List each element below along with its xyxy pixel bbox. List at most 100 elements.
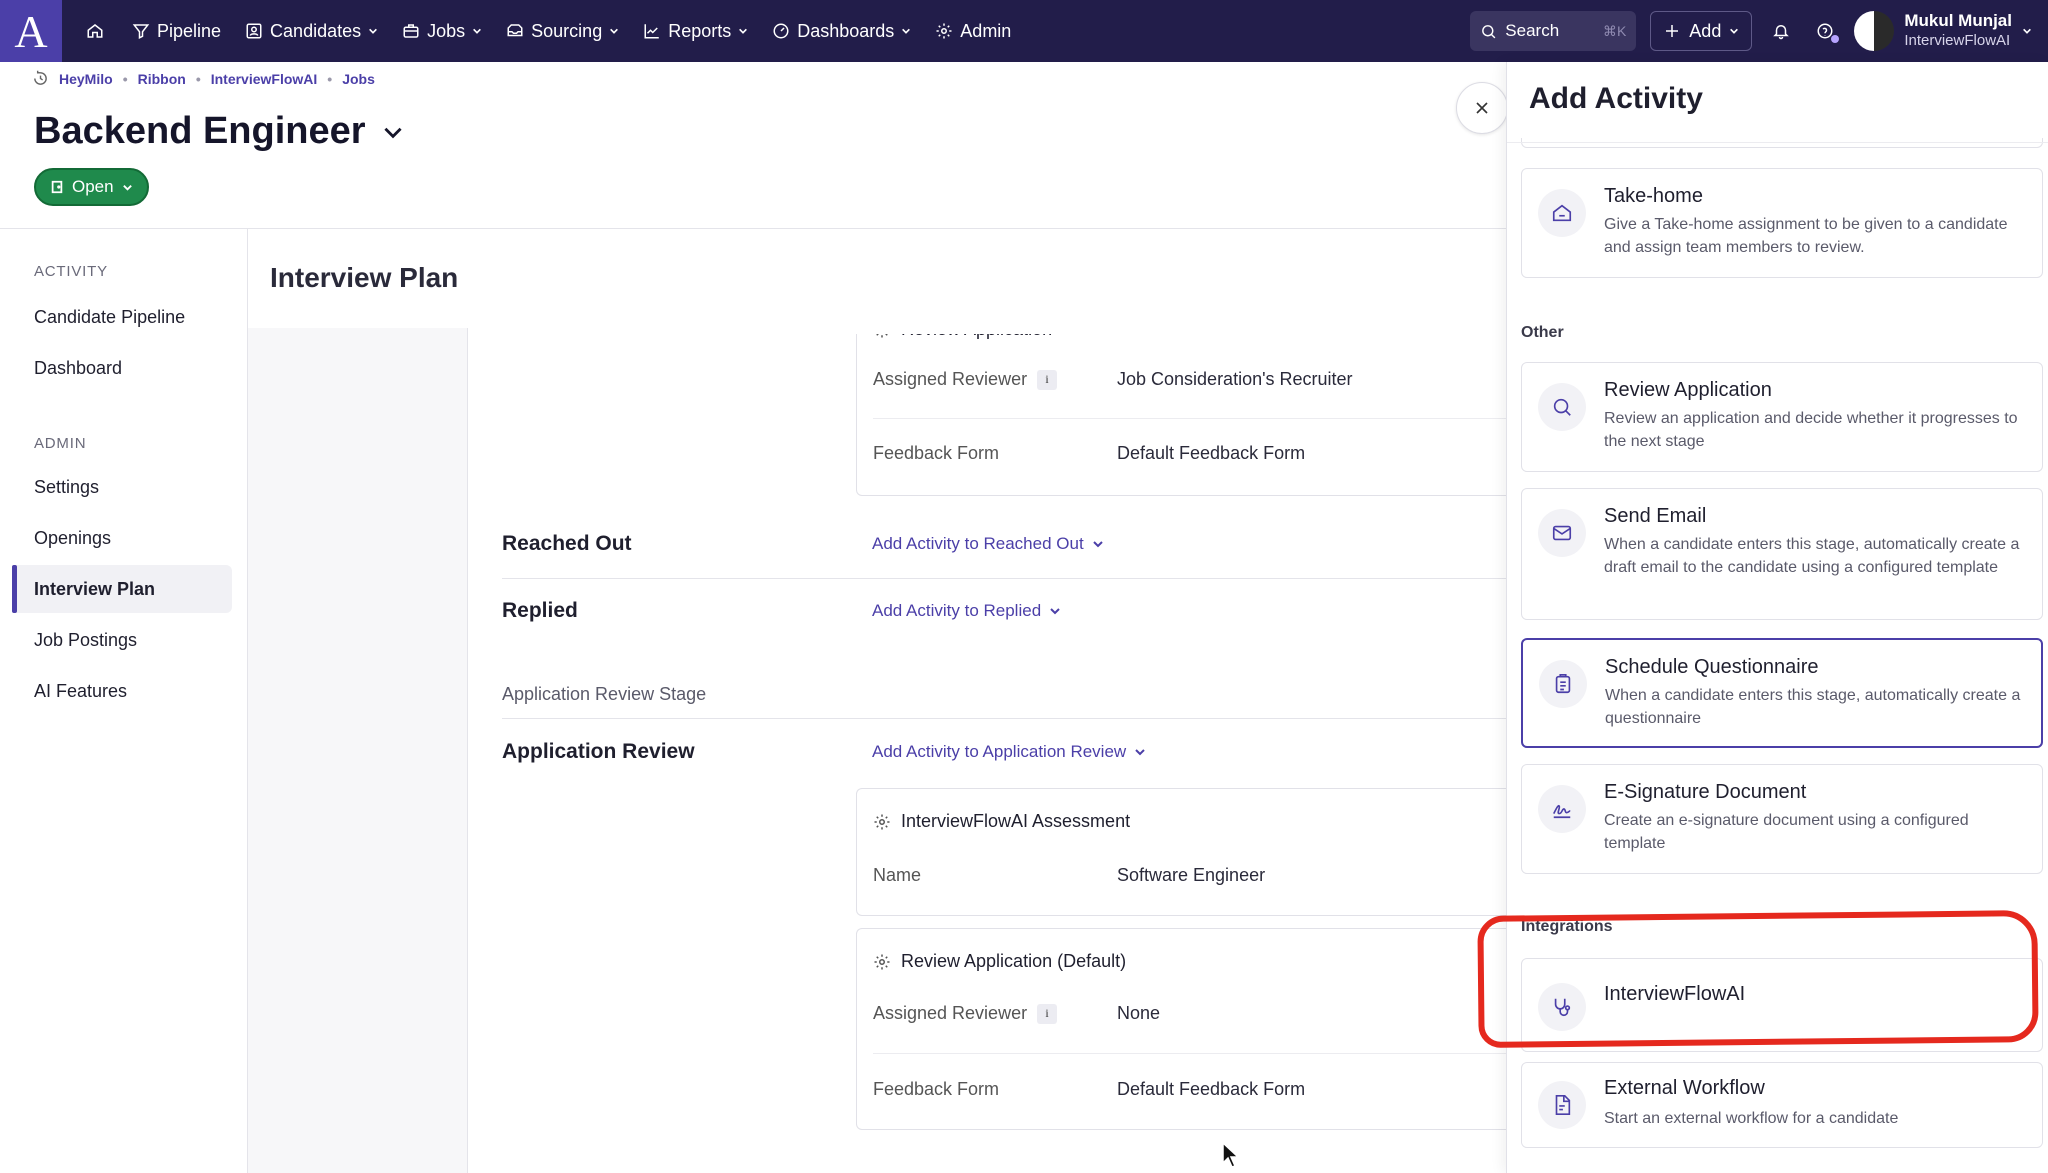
activity-option-send-email[interactable]: Send Email When a candidate enters this … <box>1521 488 2043 620</box>
sidebar-item-dashboard[interactable]: Dashboard <box>34 358 122 379</box>
info-icon[interactable]: i <box>1037 369 1058 390</box>
search-icon <box>1553 398 1571 416</box>
briefcase-icon <box>403 24 419 38</box>
activity-icon <box>1538 189 1586 237</box>
activity-card-review-application-default[interactable]: Review Application (Default) Assigned Re… <box>856 928 1506 1130</box>
sidebar-item-settings[interactable]: Settings <box>34 477 99 498</box>
activity-icon <box>1539 660 1587 708</box>
field-label-text: Assigned Reviewer <box>873 1003 1028 1023</box>
field-value-assigned-reviewer: Job Consideration's Recruiter <box>1117 369 1353 389</box>
drawer-header-divider <box>1507 142 2048 143</box>
stage-group-label: Application Review Stage <box>502 684 707 704</box>
sidebar-item-openings[interactable]: Openings <box>34 528 111 549</box>
activity-option-take-home[interactable]: Take-home Give a Take-home assignment to… <box>1521 168 2043 278</box>
help-button[interactable] <box>1810 11 1840 51</box>
breadcrumb-separator: • <box>327 70 333 87</box>
sidebar-item-candidate-pipeline[interactable]: Candidate Pipeline <box>34 307 185 328</box>
add-activity-label: Add Activity to Reached Out <box>872 534 1084 553</box>
activity-card-review-application: Review Application Assigned Reviewer i J… <box>856 318 1506 496</box>
user-info: Mukul Munjal InterviewFlowAI <box>1904 11 2012 51</box>
home-icon <box>87 24 103 38</box>
add-activity-label: Add Activity to Replied <box>872 601 1042 620</box>
search-label: Search <box>1505 21 1560 40</box>
breadcrumb-separator: • <box>195 70 201 87</box>
sidebar-item-job-postings[interactable]: Job Postings <box>34 630 137 651</box>
stage-divider <box>502 578 1506 579</box>
document-icon <box>1555 1095 1571 1115</box>
stage-replied: Replied <box>502 599 578 622</box>
door-icon <box>51 180 63 194</box>
add-button-label: Add <box>1689 20 1722 41</box>
chevron-down-icon <box>610 28 619 34</box>
activity-option-review-application[interactable]: Review Application Review an application… <box>1521 362 2043 472</box>
activity-description: Give a Take-home assignment to be given … <box>1604 216 2008 256</box>
card-clip-mask <box>468 318 1506 334</box>
activity-icon <box>1538 1081 1586 1129</box>
chevron-down-icon <box>1092 541 1103 548</box>
app-logo[interactable]: A <box>0 0 62 62</box>
activity-icon <box>1538 785 1586 833</box>
nav-candidates-label: Candidates <box>270 20 362 41</box>
inbox-icon <box>507 24 523 37</box>
sidebar-item-interview-plan[interactable]: Interview Plan <box>34 579 155 600</box>
drawer-title: Add Activity <box>1529 82 1703 115</box>
id-card-icon <box>246 23 262 39</box>
breadcrumb: HeyMilo • Ribbon • InterviewFlowAI • Job… <box>32 70 375 87</box>
gear-icon <box>874 814 890 829</box>
history-icon[interactable] <box>32 70 49 87</box>
nav-dashboards-label: Dashboards <box>797 20 895 41</box>
global-search[interactable]: Search ⌘K <box>1470 11 1637 51</box>
notifications-button[interactable] <box>1766 11 1796 51</box>
close-drawer-button[interactable] <box>1456 82 1508 134</box>
breadcrumb-heymilo[interactable]: HeyMilo <box>59 71 113 87</box>
stage-reached-out: Reached Out <box>502 532 632 555</box>
info-icon[interactable]: i <box>1037 1003 1058 1024</box>
breadcrumb-jobs[interactable]: Jobs <box>342 71 375 87</box>
activity-title: Take-home <box>1604 185 1703 207</box>
add-activity-reached-out[interactable]: Add Activity to Reached Out <box>872 534 1104 554</box>
nav-jobs-label: Jobs <box>427 20 466 41</box>
job-title-dropdown[interactable]: Backend Engineer <box>34 110 406 153</box>
sidebar-item-ai-features[interactable]: AI Features <box>34 681 127 702</box>
home-button[interactable] <box>70 0 120 62</box>
stage-divider <box>502 718 1506 719</box>
activity-description: Start an external workflow for a candida… <box>1604 1110 1899 1127</box>
activity-option-e-signature-document[interactable]: E-Signature Document Create an e-signatu… <box>1521 764 2043 874</box>
chevron-down-icon <box>473 28 482 34</box>
group-label-other: Other <box>1521 324 1564 341</box>
job-title: Backend Engineer <box>34 110 366 152</box>
nav-jobs[interactable]: Jobs <box>390 0 494 62</box>
add-button[interactable]: Add <box>1650 11 1753 51</box>
nav-pipeline-label: Pipeline <box>157 20 222 41</box>
card-header: Review Application (Default) <box>873 951 1126 972</box>
nav-right-group: Search ⌘K Add Mukul Munjal InterviewFlow… <box>1470 11 2048 51</box>
nav-pipeline[interactable]: Pipeline <box>120 0 233 62</box>
chevron-down-icon <box>1730 28 1739 34</box>
add-activity-replied[interactable]: Add Activity to Replied <box>872 601 1061 621</box>
page-title: Interview Plan <box>270 262 459 293</box>
add-activity-application-review[interactable]: Add Activity to Application Review <box>872 742 1146 762</box>
activity-title: Schedule Questionnaire <box>1605 656 1819 678</box>
nav-candidates[interactable]: Candidates <box>233 0 390 62</box>
user-menu[interactable]: Mukul Munjal InterviewFlowAI <box>1854 11 2032 51</box>
breadcrumb-interviewflowai[interactable]: InterviewFlowAI <box>211 71 318 87</box>
nav-dashboards[interactable]: Dashboards <box>760 0 923 62</box>
plus-icon <box>1666 25 1679 37</box>
activity-card-interviewflowai-assessment[interactable]: InterviewFlowAI Assessment Name Software… <box>856 788 1506 916</box>
chevron-down-icon <box>122 184 132 191</box>
chevron-down-icon <box>739 28 748 34</box>
field-label-assigned-reviewer: Assigned Reviewer i <box>873 1003 1058 1024</box>
activity-description: When a candidate enters this stage, auto… <box>1605 687 2021 727</box>
field-divider <box>873 1053 1506 1054</box>
nav-reports[interactable]: Reports <box>631 0 760 62</box>
breadcrumb-ribbon[interactable]: Ribbon <box>138 71 186 87</box>
activity-option-schedule-questionnaire[interactable]: Schedule Questionnaire When a candidate … <box>1521 638 2043 748</box>
nav-admin[interactable]: Admin <box>923 0 1023 62</box>
activity-option-external-workflow[interactable]: External Workflow Start an external work… <box>1521 1062 2043 1148</box>
activity-icon <box>1538 509 1586 557</box>
activity-icon <box>1538 383 1586 431</box>
nav-sourcing[interactable]: Sourcing <box>494 0 631 62</box>
breadcrumb-separator: • <box>122 70 128 87</box>
job-status-label: Open <box>72 177 114 196</box>
job-status-button[interactable]: Open <box>34 168 149 206</box>
